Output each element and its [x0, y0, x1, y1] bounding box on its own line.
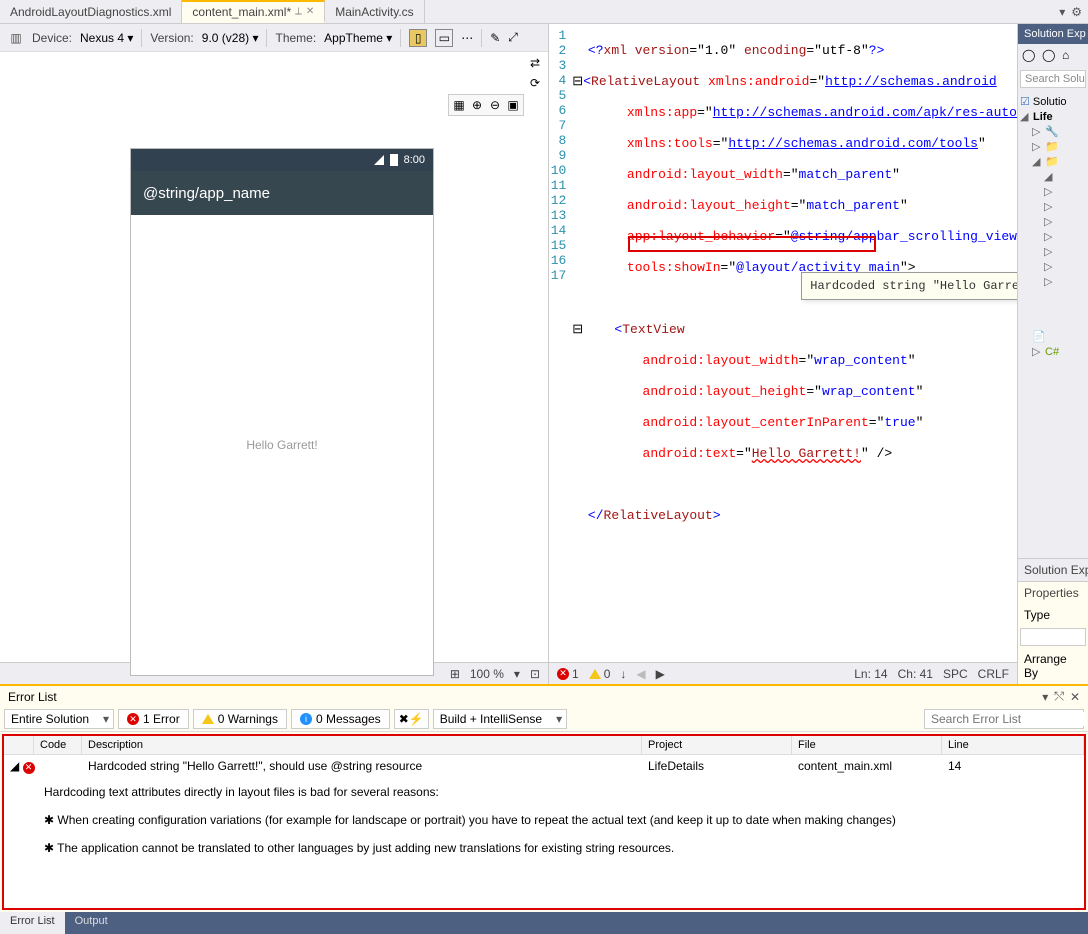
expand-status-icon[interactable]: ⊞ [450, 667, 460, 681]
theme-label: Theme: [275, 31, 316, 45]
warnings-filter-button[interactable]: 0 Warnings [193, 709, 287, 729]
error-tooltip: Hardcoded string "Hello Garrett!", shoul… [801, 272, 1017, 300]
fit-screen-icon[interactable]: ⊡ [530, 667, 540, 681]
editor-statusbar: ✕ 1 0 ↓ ◀ ▶ Ln: 14 Ch: 41 SPC CRLF [549, 662, 1017, 684]
device-dropdown[interactable]: Nexus 4 ▾ [80, 31, 133, 45]
spacing-indicator[interactable]: SPC [943, 667, 968, 681]
zoom-level[interactable]: 100 % [470, 667, 504, 681]
dropdown-icon[interactable]: ▾ [1059, 5, 1065, 19]
expand-icon[interactable]: ⤢ [508, 30, 518, 45]
error-icon: ✕ [557, 668, 569, 680]
source-dropdown[interactable]: Build + IntelliSense [433, 709, 567, 729]
search-errorlist-input[interactable]: 🔍▾ [924, 709, 1084, 729]
nav-down-icon[interactable]: ↓ [620, 667, 626, 681]
phone-time: 8:00 [404, 154, 425, 166]
battery-icon [390, 154, 398, 166]
tab-error-list[interactable]: Error List [0, 912, 65, 934]
type-input[interactable] [1020, 628, 1086, 646]
solution-explorer-tab[interactable]: Solution Exp [1018, 559, 1088, 581]
error-icon: ✕ [23, 762, 35, 774]
search-solution-input[interactable]: Search Solu [1020, 70, 1086, 88]
phone-appbar: @string/app_name [131, 171, 433, 215]
messages-filter-button[interactable]: i0 Messages [291, 709, 390, 729]
wifi-icon [374, 155, 384, 165]
fit-icon[interactable]: ▣ [505, 97, 521, 113]
panel-dropdown-icon[interactable]: ▾ [1042, 690, 1048, 704]
gear-icon[interactable]: ⚙ [1071, 5, 1082, 19]
back-icon[interactable]: ◯ [1022, 48, 1038, 64]
warning-icon [589, 669, 601, 679]
type-label: Type [1018, 604, 1088, 626]
solution-tree[interactable]: ☑ Solutio ◢Life ▷🔧 ▷📁 ◢📁 ◢ ▷ ▷ ▷ ▷ ▷ ▷ ▷… [1018, 90, 1088, 558]
line-indicator: Ln: 14 [854, 667, 887, 681]
tab-mainactivity[interactable]: MainActivity.cs [325, 0, 424, 23]
device-label: Device: [32, 31, 72, 45]
code-editor[interactable]: 1234567891011121314151617 <?xml version=… [549, 24, 1017, 662]
swap-icon[interactable]: ⇄ [530, 56, 540, 70]
error-detail: Hardcoding text attributes directly in l… [4, 778, 1084, 863]
error-table-header: Code Description Project File Line [4, 736, 1084, 755]
zoom-in-icon[interactable]: ⊕ [469, 97, 485, 113]
designer-toolbar: ▥ Device: Nexus 4 ▾ Version: 9.0 (v28) ▾… [0, 24, 548, 52]
version-dropdown[interactable]: 9.0 (v28) ▾ [202, 31, 259, 45]
clear-filter-button[interactable]: ✖⚡ [394, 709, 429, 729]
arrange-label: Arrange By [1018, 648, 1088, 684]
version-label: Version: [150, 31, 193, 45]
close-icon[interactable]: ✕ [306, 6, 314, 17]
canvas-tools: ▦ ⊕ ⊖ ▣ [448, 94, 524, 116]
document-tabs: AndroidLayoutDiagnostics.xml content_mai… [0, 0, 1088, 24]
scope-dropdown[interactable]: Entire Solution [4, 709, 114, 729]
error-highlight [628, 236, 876, 252]
error-list-panel: Error List ▾ ⤲ ✕ Entire Solution ✕1 Erro… [0, 684, 1088, 912]
forward-icon[interactable]: ◯ [1042, 48, 1058, 64]
nav-right-icon[interactable]: ▶ [656, 667, 665, 681]
brush-icon[interactable]: ✎ [490, 31, 500, 45]
pin-icon[interactable]: ⟂ [295, 6, 302, 17]
designer-canvas[interactable]: ⇄ ⟳ ▦ ⊕ ⊖ ▣ 8:00 @string/app_name H [0, 52, 548, 662]
col-indicator: Ch: 41 [898, 667, 933, 681]
home-icon[interactable]: ⌂ [1062, 48, 1078, 64]
bottom-tabs: Error List Output [0, 912, 1088, 934]
properties-title: Properties [1018, 582, 1088, 604]
more-icon[interactable]: ⋯ [461, 31, 473, 45]
theme-dropdown[interactable]: AppTheme ▾ [324, 31, 392, 45]
error-row[interactable]: ◢ ✕ Hardcoded string "Hello Garrett!", s… [4, 755, 1084, 778]
landscape-icon[interactable]: ▭ [435, 29, 453, 47]
tab-androidlayoutdiagnostics[interactable]: AndroidLayoutDiagnostics.xml [0, 0, 182, 23]
panel-icon[interactable]: ▥ [8, 30, 24, 46]
portrait-icon[interactable]: ▯ [409, 29, 427, 47]
zoom-dropdown-icon[interactable]: ▾ [514, 667, 520, 681]
error-list-title: Error List [8, 690, 57, 704]
pin-icon[interactable]: ⤲ [1054, 689, 1064, 704]
phone-body: Hello Garrett! [131, 215, 433, 675]
phone-statusbar: 8:00 [131, 149, 433, 171]
close-icon[interactable]: ✕ [1070, 690, 1080, 704]
tab-output[interactable]: Output [65, 912, 118, 934]
sync-icon[interactable]: ⟳ [530, 76, 540, 90]
errors-filter-button[interactable]: ✕1 Error [118, 709, 189, 729]
grid-icon[interactable]: ▦ [451, 97, 467, 113]
device-preview[interactable]: 8:00 @string/app_name Hello Garrett! [130, 148, 434, 676]
line-gutter: 1234567891011121314151617 [549, 24, 572, 662]
solution-explorer-title: Solution Exp [1018, 24, 1088, 44]
nav-left-icon[interactable]: ◀ [636, 667, 645, 681]
lineending-indicator[interactable]: CRLF [978, 667, 1009, 681]
tab-content-main[interactable]: content_main.xml* ⟂ ✕ [182, 0, 325, 23]
zoom-out-icon[interactable]: ⊖ [487, 97, 503, 113]
